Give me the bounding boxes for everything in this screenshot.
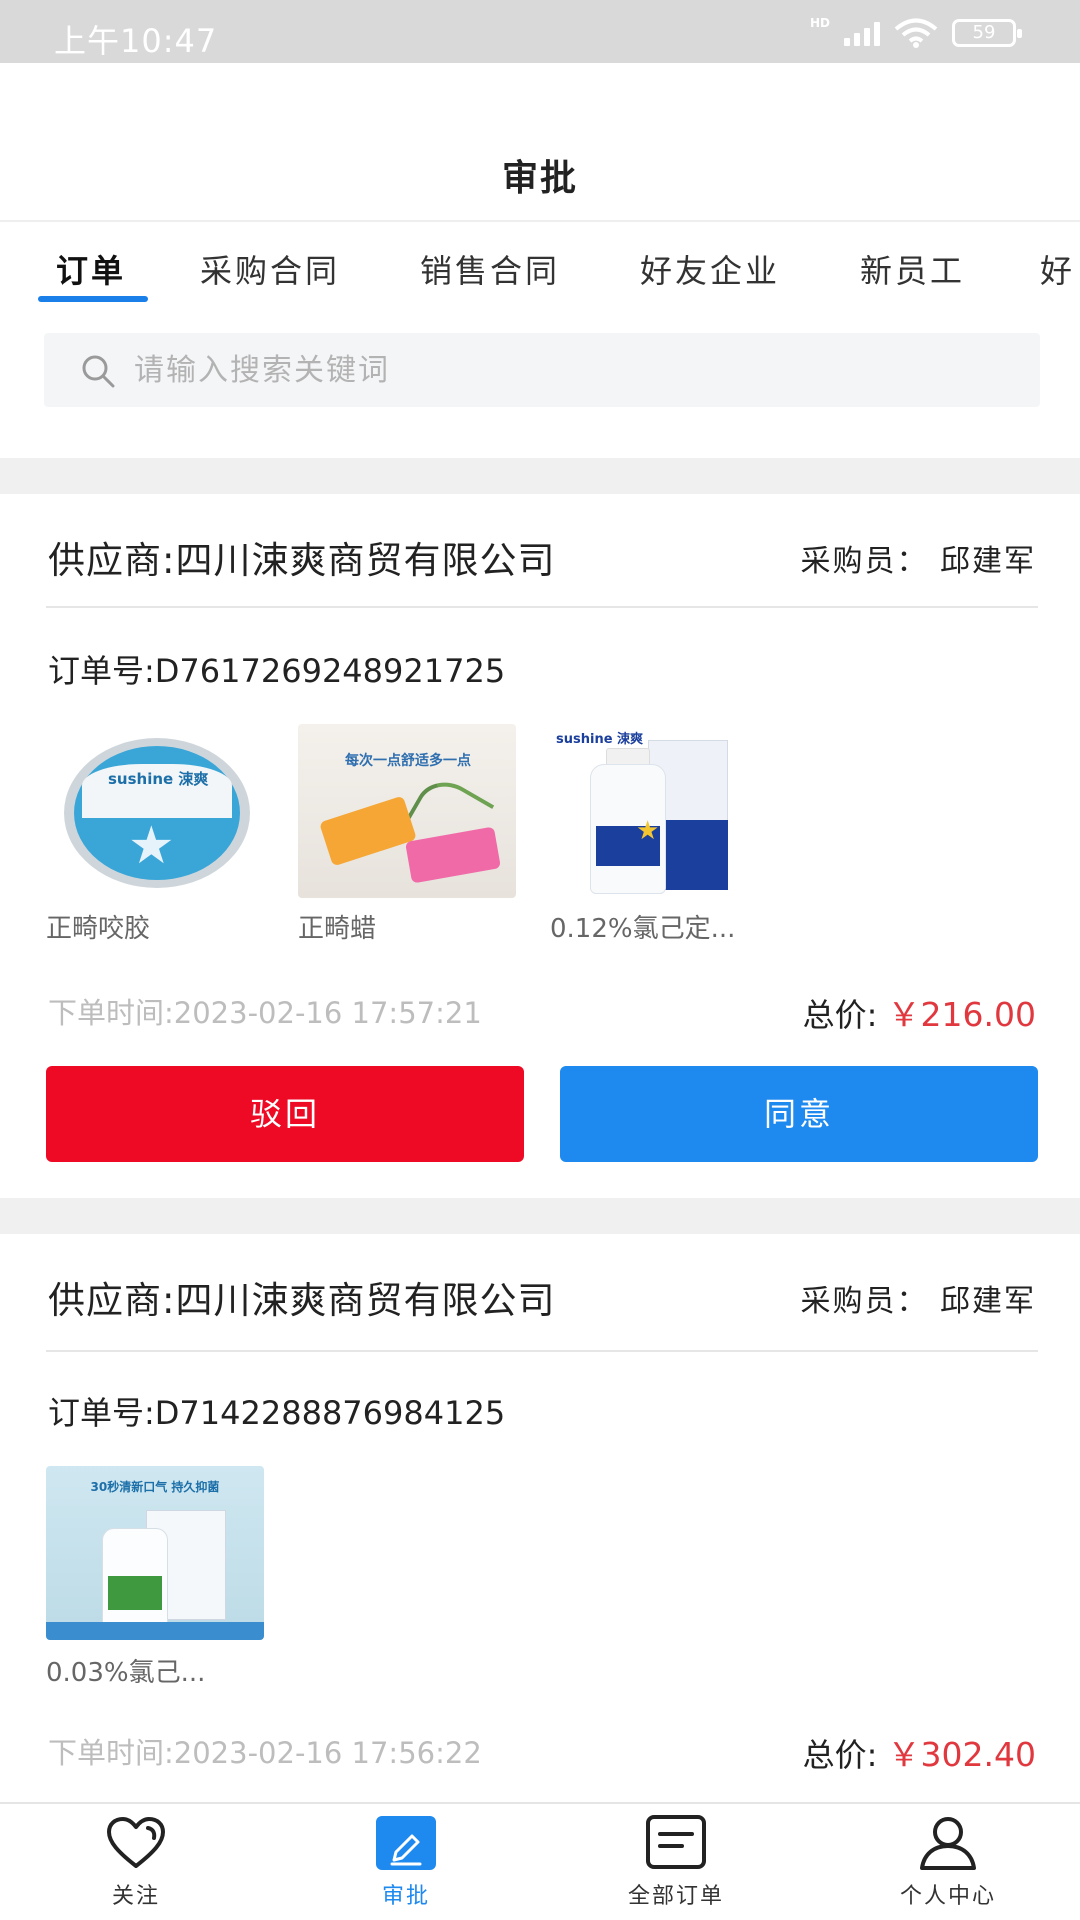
product-image-caption: 30秒清新口气 持久抑菌 [90, 1480, 220, 1494]
product-item[interactable]: sushine 涑爽 ★ 0.12%氯己定... [550, 724, 768, 944]
total-label: 总价: [802, 996, 878, 1034]
product-name: 正畸蜡 [298, 914, 377, 944]
user-icon [920, 1817, 976, 1870]
agree-button[interactable]: 同意 [560, 1066, 1038, 1162]
nav-approval[interactable]: 审批 [306, 1814, 506, 1910]
tab-new-employee[interactable]: 新员工 [860, 246, 965, 292]
nav-follow[interactable]: 关注 [36, 1814, 236, 1910]
signal-icon [844, 20, 880, 46]
total-price: ￥216.00 [887, 995, 1036, 1034]
total-label: 总价: [802, 1736, 878, 1774]
hd-indicator: HD [809, 16, 830, 30]
product-item[interactable]: sushine 涑爽 ★ 正畸咬胶 [46, 724, 264, 944]
card-divider [46, 1350, 1038, 1352]
product-image[interactable]: sushine 涑爽 ★ [550, 724, 768, 898]
header: 审批 [0, 63, 1080, 222]
supplier-name: 供应商:四川涑爽商贸有限公司 [48, 1279, 556, 1322]
product-image[interactable]: 每次一点舒适多一点 [298, 724, 516, 898]
tab-more[interactable]: 好 [1040, 246, 1075, 292]
heart-icon [107, 1817, 165, 1868]
tab-purchase-contract[interactable]: 采购合同 [200, 246, 340, 292]
order-number: 订单号:D7142288876984125 [48, 1394, 506, 1432]
star-icon: ★ [636, 816, 660, 846]
section-gap [0, 1198, 1080, 1234]
star-icon: ★ [128, 816, 175, 876]
battery-icon: 59 [952, 19, 1022, 47]
buyer-name: 采购员： 邱建军 [800, 544, 1036, 579]
product-image[interactable]: 30秒清新口气 持久抑菌 [46, 1466, 264, 1640]
product-image-brand: sushine 涑爽 [108, 770, 209, 788]
page-title: 审批 [501, 158, 578, 199]
edit-icon [376, 1816, 436, 1870]
wifi-icon [894, 18, 938, 48]
product-name: 正畸咬胶 [46, 914, 151, 944]
buyer-name: 采购员： 邱建军 [800, 1284, 1036, 1319]
order-card: 供应商:四川涑爽商贸有限公司 采购员： 邱建军 订单号:D76172692489… [0, 494, 1080, 1198]
section-gap [0, 458, 1080, 494]
status-time: 上午10:47 [54, 22, 218, 60]
search-input[interactable] [134, 333, 1014, 407]
tab-orders[interactable]: 订单 [56, 246, 126, 292]
tab-active-indicator [38, 296, 148, 302]
order-total: 总价: ￥216.00 [803, 988, 1036, 1036]
nav-label: 审批 [381, 1884, 430, 1909]
product-item[interactable]: 30秒清新口气 持久抑菌 0.03%氯己... [46, 1466, 264, 1688]
nav-all-orders[interactable]: 全部订单 [576, 1814, 776, 1910]
reject-button[interactable]: 驳回 [46, 1066, 524, 1162]
product-name: 0.03%氯己... [46, 1658, 206, 1688]
order-card: 供应商:四川涑爽商贸有限公司 采购员： 邱建军 订单号:D71422888769… [0, 1234, 1080, 1802]
order-number: 订单号:D7617269248921725 [48, 652, 506, 690]
order-list-icon [646, 1815, 706, 1869]
status-icons: HD 59 [809, 16, 1022, 48]
product-image[interactable]: sushine 涑爽 ★ [46, 724, 264, 898]
product-image-brand: sushine 涑爽 [556, 732, 644, 747]
tab-bar: 订单 采购合同 销售合同 好友企业 新员工 好 [0, 224, 1080, 310]
status-bar: 上午10:47 HD 59 [0, 0, 1080, 63]
tab-sales-contract[interactable]: 销售合同 [420, 246, 560, 292]
order-time: 下单时间:2023-02-16 17:57:21 [48, 996, 482, 1030]
product-item[interactable]: 每次一点舒适多一点 正畸蜡 [298, 724, 516, 944]
card-divider [46, 606, 1038, 608]
tab-friend-company[interactable]: 好友企业 [640, 246, 780, 292]
search-icon [82, 355, 115, 388]
nav-label: 全部订单 [627, 1884, 724, 1909]
order-total: 总价: ￥302.40 [803, 1728, 1036, 1776]
bottom-nav: 关注 审批 全部订单 个人中心 [0, 1802, 1080, 1920]
nav-profile[interactable]: 个人中心 [848, 1814, 1048, 1910]
nav-label: 关注 [111, 1884, 160, 1909]
product-image-caption: 每次一点舒适多一点 [345, 753, 471, 769]
nav-label: 个人中心 [899, 1884, 996, 1909]
order-time: 下单时间:2023-02-16 17:56:22 [48, 1736, 482, 1770]
total-price: ￥302.40 [887, 1735, 1036, 1774]
product-name: 0.12%氯己定... [550, 914, 736, 944]
search-bar[interactable] [44, 333, 1040, 407]
supplier-name: 供应商:四川涑爽商贸有限公司 [48, 539, 556, 582]
